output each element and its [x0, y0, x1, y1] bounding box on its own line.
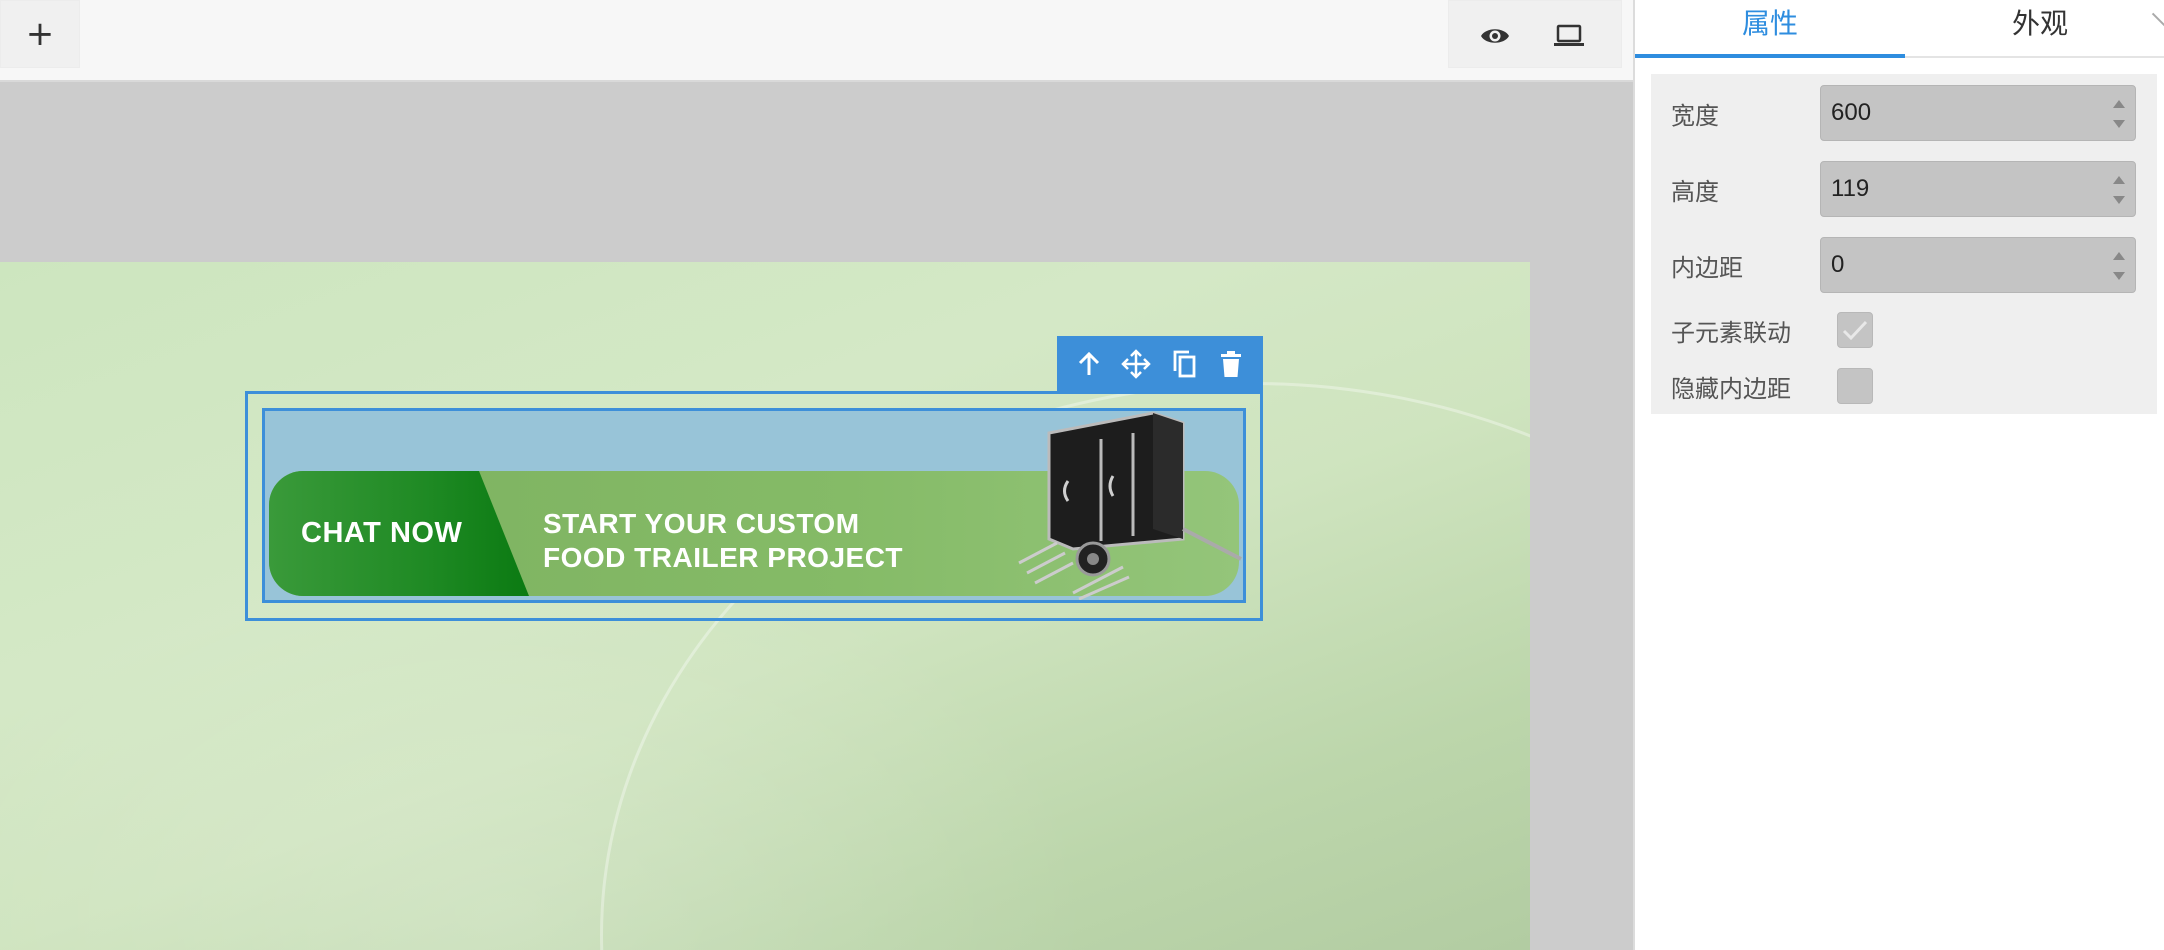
promo-line-2: FOOD TRAILER PROJECT: [543, 542, 904, 573]
padding-row: 内边距 0: [1651, 237, 2157, 293]
tab-appearance[interactable]: 外观: [1905, 0, 2164, 58]
spinner-icon[interactable]: [2113, 100, 2125, 128]
duplicate-button[interactable]: [1164, 344, 1204, 384]
height-row: 高度 119: [1651, 161, 2157, 217]
banner-image: CHAT NOW START YOUR CUSTOM FOOD TRAILER …: [265, 411, 1243, 600]
height-value: 119: [1831, 175, 1870, 202]
padding-value: 0: [1831, 251, 1845, 278]
spinner-icon[interactable]: [2113, 252, 2125, 280]
hide-padding-label: 隐藏内边距: [1671, 374, 1791, 403]
chat-now-label: CHAT NOW: [301, 517, 463, 549]
laptop-icon: [1554, 24, 1584, 46]
tab-properties[interactable]: 属性: [1635, 0, 1905, 58]
width-input[interactable]: 600: [1820, 85, 2136, 141]
promo-text: START YOUR CUSTOM FOOD TRAILER PROJECT: [543, 507, 903, 575]
padding-input[interactable]: 0: [1820, 237, 2136, 293]
add-button[interactable]: +: [0, 0, 80, 68]
top-toolbar: +: [0, 0, 1633, 82]
copy-icon: [1173, 350, 1196, 378]
drag-button[interactable]: [1116, 344, 1156, 384]
width-row: 宽度 600: [1651, 85, 2157, 141]
panel-tabs: 属性 外观: [1635, 0, 2164, 58]
child-link-label: 子元素联动: [1671, 318, 1791, 347]
hide-padding-row: 隐藏内边距: [1651, 366, 2157, 406]
checkmark-icon: [1842, 320, 1868, 341]
preview-button[interactable]: [1470, 11, 1520, 61]
move-icon: [1121, 349, 1152, 379]
hide-padding-checkbox[interactable]: [1837, 368, 1873, 404]
spinner-icon[interactable]: [2113, 176, 2125, 204]
promo-line-1: START YOUR CUSTOM: [543, 508, 860, 539]
element-toolbar: [1057, 336, 1263, 392]
move-up-button[interactable]: [1069, 344, 1109, 384]
delete-icon: [1221, 351, 1242, 377]
height-input[interactable]: 119: [1820, 161, 2136, 217]
delete-button[interactable]: [1211, 344, 1251, 384]
child-link-checkbox[interactable]: [1837, 312, 1873, 348]
trailer-illustration: [1018, 411, 1242, 600]
child-link-row: 子元素联动: [1651, 310, 2157, 350]
eye-icon: [1481, 29, 1509, 43]
view-controls: [1448, 0, 1622, 68]
arrow-up-icon: [1078, 351, 1099, 375]
width-label: 宽度: [1671, 101, 1719, 130]
padding-label: 内边距: [1671, 253, 1743, 282]
height-label: 高度: [1671, 177, 1719, 206]
properties-section: 宽度 600 高度 119 内边距 0 子元素联动 隐藏内边距: [1651, 74, 2157, 414]
banner-image-element[interactable]: CHAT NOW START YOUR CUSTOM FOOD TRAILER …: [262, 408, 1246, 603]
device-button[interactable]: [1544, 11, 1594, 61]
property-panel: 属性 外观 宽度 600 高度 119 内边距 0 子元素联动 隐藏内边距: [1633, 0, 2164, 950]
width-value: 600: [1831, 99, 1872, 126]
